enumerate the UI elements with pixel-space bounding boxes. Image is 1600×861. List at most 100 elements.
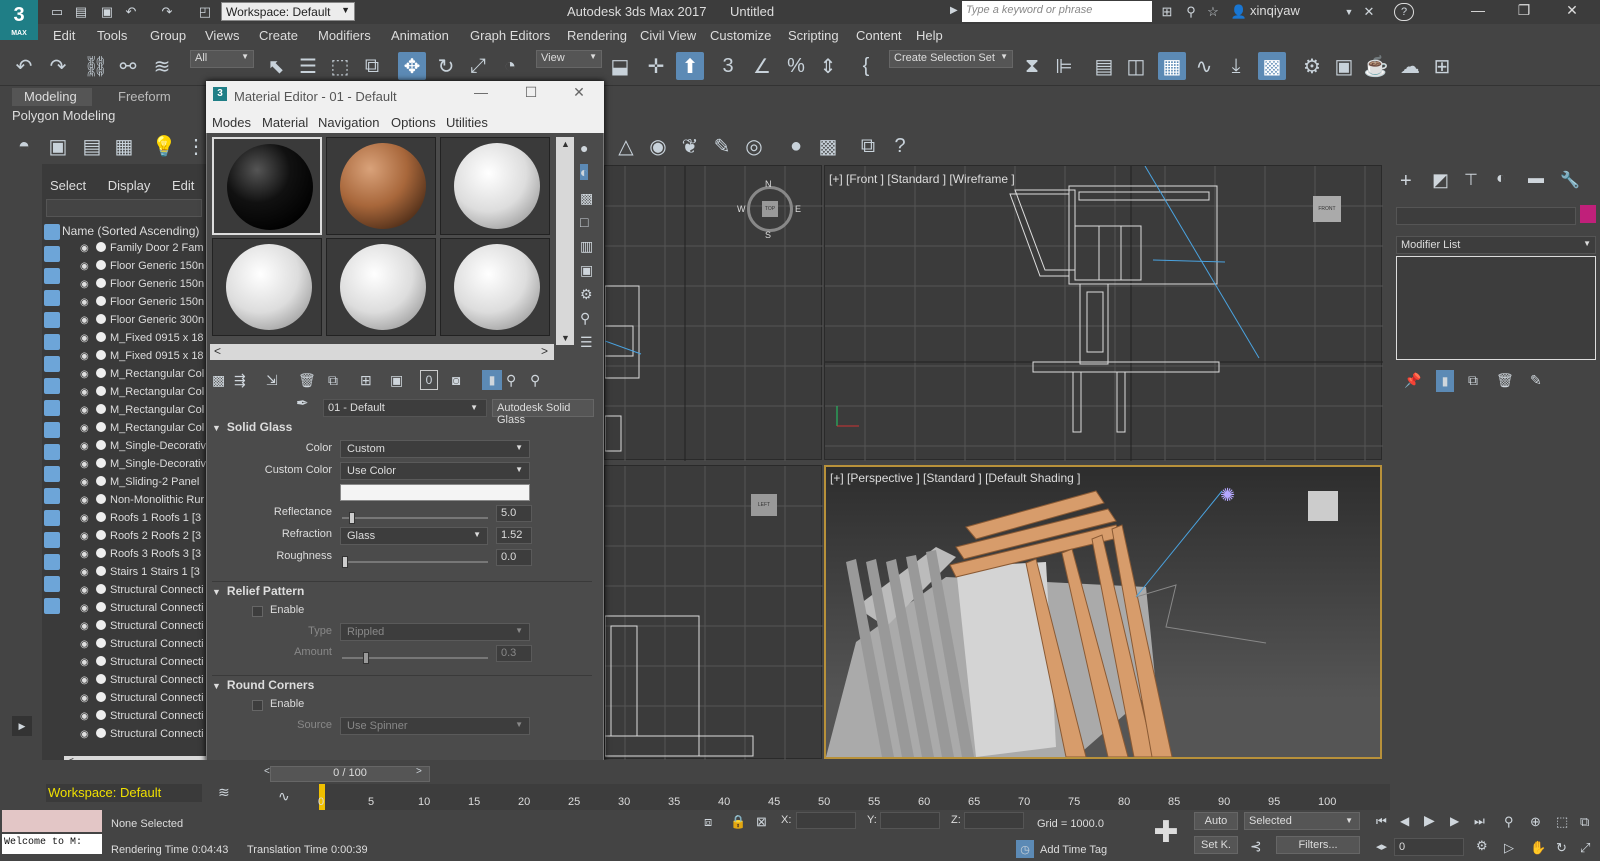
schematic-view-icon[interactable]: ⤓ — [1222, 52, 1250, 80]
isolate-selection-icon[interactable]: ⧈ — [704, 814, 712, 830]
key-filters-button[interactable]: Filters... — [1276, 836, 1360, 854]
snaps-toggle-icon[interactable]: 3 — [714, 52, 742, 80]
relief-amount-spinner[interactable]: 0.3 — [496, 645, 532, 662]
background-icon[interactable]: ▩ — [580, 190, 593, 207]
make-copy-icon[interactable]: ⧉ — [328, 372, 338, 389]
explorer-row[interactable]: ◉ Structural Connecti — [80, 710, 210, 728]
explorer-edit-tab[interactable]: Edit — [172, 178, 194, 193]
clone-icon[interactable]: ⧉ — [854, 132, 882, 160]
hair-fur-icon[interactable]: ✎ — [708, 132, 736, 160]
visibility-eye-icon[interactable]: ◉ — [80, 279, 92, 290]
reset-map-icon[interactable]: 🗑 — [298, 372, 316, 389]
mirror-icon[interactable]: ⧗ — [1018, 52, 1046, 80]
maxscript-listener[interactable] — [2, 810, 102, 832]
visibility-eye-icon[interactable]: ◉ — [80, 423, 92, 434]
pick-material-eyedropper-icon[interactable]: ✒ — [296, 394, 309, 412]
curve-editor-mini-icon[interactable]: ∿ — [278, 788, 290, 805]
sample-type-icon[interactable]: ● — [580, 140, 588, 156]
chevron-down-icon[interactable]: ▼ — [1340, 3, 1358, 21]
menu-group[interactable]: Group — [150, 28, 186, 43]
undo-icon[interactable]: ↶ — [122, 3, 140, 21]
mat-menu-material[interactable]: Material — [262, 115, 308, 130]
zoom-extents-icon[interactable]: ⬚ — [1556, 814, 1568, 830]
menu-help[interactable]: Help — [916, 28, 943, 43]
visibility-eye-icon[interactable]: ◉ — [80, 567, 92, 578]
render-frame-icon[interactable]: ▣ — [44, 132, 72, 160]
explorer-row[interactable]: ◉ Floor Generic 150n — [80, 278, 210, 296]
round-corners-rollout-header[interactable]: ▼ Round Corners — [212, 675, 592, 695]
render-in-cloud-icon[interactable]: ☁ — [1396, 52, 1424, 80]
material-slot-5[interactable] — [326, 238, 436, 336]
modifier-stack[interactable] — [1396, 256, 1596, 360]
workspace-selector[interactable]: Workspace: Default — [46, 784, 202, 802]
select-manipulate-icon[interactable]: ✛ — [642, 52, 670, 80]
window-crossing-icon[interactable]: ⧉ — [358, 52, 386, 80]
time-tag-icon[interactable]: ◷ — [1016, 840, 1034, 858]
go-forward-sibling-icon[interactable]: ⚲ — [530, 372, 540, 389]
explorer-row[interactable]: ◉ Stairs 1 Stairs 1 [3 — [80, 566, 210, 584]
explorer-row[interactable]: ◉ Roofs 1 Roofs 1 [3 — [80, 512, 210, 530]
select-object-icon[interactable]: ⬉ — [262, 52, 290, 80]
curve-editor-icon[interactable]: ∿ — [1190, 52, 1218, 80]
material-slot-2[interactable] — [326, 137, 436, 235]
explorer-row[interactable]: ◉ Structural Connecti — [80, 692, 210, 710]
spinner-snap-icon[interactable]: ⇕ — [814, 52, 842, 80]
viewcube-top[interactable]: TOP — [747, 186, 793, 232]
custom-color-dropdown[interactable]: Use Color ▼ — [340, 462, 530, 480]
material-slot-1[interactable] — [212, 137, 322, 235]
new-file-icon[interactable]: ▭ — [48, 3, 66, 21]
layer-explorer-icon[interactable]: ◫ — [1122, 52, 1150, 80]
menu-create[interactable]: Create — [259, 28, 298, 43]
explorer-filter-icon[interactable] — [44, 334, 60, 350]
custom-color-swatch[interactable] — [340, 484, 530, 501]
align-icon[interactable]: ⊫ — [1050, 52, 1078, 80]
viewcube-front[interactable]: FRONT — [1313, 196, 1341, 222]
visibility-eye-icon[interactable]: ◉ — [80, 243, 92, 254]
globe-icon[interactable]: ◉ — [644, 132, 672, 160]
utilities-tab-icon[interactable]: 🔧 — [1560, 170, 1580, 190]
go-to-end-icon[interactable]: ⏭ — [1474, 814, 1485, 829]
material-close-button[interactable]: ✕ — [566, 84, 592, 101]
viewport-front[interactable]: [+] [Front ] [Standard ] [Wireframe ] FR… — [824, 165, 1383, 461]
round-corners-enable-checkbox[interactable] — [252, 700, 263, 711]
help-icon[interactable]: ? — [886, 132, 914, 160]
visibility-eye-icon[interactable]: ◉ — [80, 477, 92, 488]
visibility-eye-icon[interactable]: ◉ — [80, 405, 92, 416]
explorer-row[interactable]: ◉ Floor Generic 300n — [80, 314, 210, 332]
menu-animation[interactable]: Animation — [391, 28, 449, 43]
tab-modeling[interactable]: Modeling — [12, 88, 92, 106]
explorer-row[interactable]: ◉ Structural Connecti — [80, 584, 210, 602]
visibility-eye-icon[interactable]: ◉ — [80, 261, 92, 272]
edit-named-selection-icon[interactable]: { — [852, 52, 880, 80]
redo-icon[interactable]: ↷ — [44, 52, 72, 80]
visibility-eye-icon[interactable]: ◉ — [80, 711, 92, 722]
previous-frame-icon[interactable]: ◀ — [1400, 814, 1409, 828]
render-setup-icon[interactable]: ⚙ — [1298, 52, 1326, 80]
close-button[interactable]: ✕ — [1552, 2, 1592, 22]
light-bulb-icon[interactable]: 💡 — [150, 132, 178, 160]
scene-explorer-icon[interactable]: ▤ — [1090, 52, 1118, 80]
explorer-row[interactable]: ◉ Structural Connecti — [80, 620, 210, 638]
orbit-icon[interactable]: ↻ — [1556, 840, 1567, 856]
select-and-scale-icon[interactable]: ⤢ — [464, 52, 492, 80]
explorer-row[interactable]: ◉ M_Fixed 0915 x 18 — [80, 350, 210, 368]
mat-menu-options[interactable]: Options — [391, 115, 436, 130]
toggle-ribbon-icon[interactable]: ▦ — [1158, 52, 1186, 80]
relief-amount-slider[interactable] — [342, 652, 488, 664]
explorer-filter-icon[interactable] — [44, 466, 60, 482]
pin-stack-icon[interactable]: 📌 — [1404, 372, 1421, 389]
menu-tools[interactable]: Tools — [97, 28, 127, 43]
material-minimize-button[interactable]: — — [468, 84, 494, 100]
show-shaded-material-icon[interactable]: ◙ — [452, 372, 460, 388]
material-slot-4[interactable] — [212, 238, 322, 336]
add-time-tag[interactable]: Add Time Tag — [1040, 844, 1107, 856]
polygon-modeling-panel[interactable]: Polygon Modeling — [12, 108, 115, 123]
roughness-spinner[interactable]: 0.0 — [496, 549, 532, 566]
bind-space-warp-icon[interactable]: ≋ — [148, 52, 176, 80]
project-folder-icon[interactable]: ◰ — [196, 3, 214, 21]
explorer-row[interactable]: ◉ Floor Generic 150n — [80, 260, 210, 278]
z-coordinate-field[interactable] — [964, 812, 1024, 829]
explorer-row[interactable]: ◉ Structural Connecti — [80, 638, 210, 656]
explorer-row[interactable]: ◉ Roofs 2 Roofs 2 [3 — [80, 530, 210, 548]
layers-icon[interactable]: ≋ — [218, 784, 230, 801]
